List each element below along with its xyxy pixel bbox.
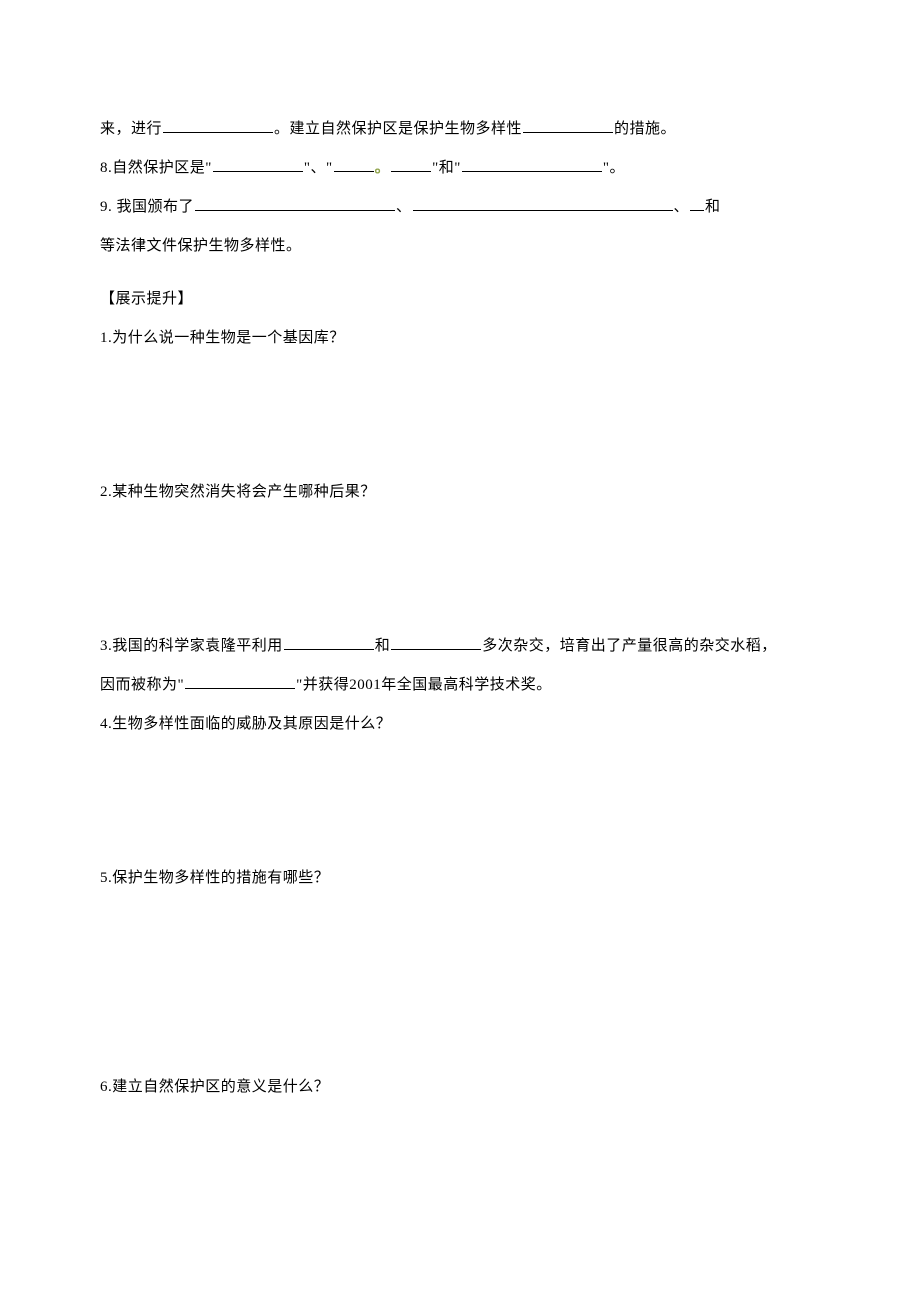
fill-blank[interactable]: [185, 674, 295, 689]
fill-blank[interactable]: [523, 118, 613, 133]
text: 1.为什么说一种生物是一个基因库？: [100, 330, 345, 346]
line-9: 9. 我国颁布了、、和: [100, 188, 820, 227]
text: 等法律文件保护生物多样性。: [100, 238, 302, 254]
question-1: 1.为什么说一种生物是一个基因库？: [100, 319, 820, 358]
fill-blank[interactable]: [195, 196, 395, 211]
answer-space: [100, 358, 820, 473]
text: 6.建立自然保护区的意义是什么？: [100, 1079, 329, 1095]
question-3a: 3.我国的科学家袁隆平利用 和 多次杂交，培育出了产量很高的杂交水稻，: [100, 627, 820, 666]
text: "。: [603, 160, 625, 176]
text: 【展示提升】: [100, 291, 193, 307]
question-5: 5.保护生物多样性的措施有哪些？: [100, 859, 820, 898]
line-7-continuation: 来，进行 。建立自然保护区是保护生物多样性 的措施。: [100, 110, 820, 149]
text: 和: [375, 638, 391, 654]
text: 多次杂交，培育出了产量很高的杂交水稻，: [482, 638, 777, 654]
text: 。建立自然保护区是保护生物多样性: [274, 121, 522, 137]
line-9b: 等法律文件保护生物多样性。: [100, 227, 820, 266]
text: 的措施。: [614, 121, 676, 137]
text: 3.我国的科学家袁隆平利用: [100, 638, 283, 654]
text: 8.自然保护区是": [100, 160, 212, 176]
answer-space: [100, 744, 820, 859]
fill-blank[interactable]: [413, 196, 673, 211]
text: "和": [432, 160, 461, 176]
question-6: 6.建立自然保护区的意义是什么？: [100, 1068, 820, 1107]
green-dot-icon: 。: [375, 160, 391, 176]
text: 、: [396, 199, 412, 215]
fill-blank[interactable]: [284, 635, 374, 650]
fill-blank[interactable]: [391, 157, 431, 172]
fill-blank[interactable]: [391, 635, 481, 650]
text: 5.保护生物多样性的措施有哪些？: [100, 870, 329, 886]
text: 来，进行: [100, 121, 162, 137]
answer-space: [100, 512, 820, 627]
text: 和: [705, 199, 721, 215]
spacer: [100, 266, 820, 280]
document-page: 来，进行 。建立自然保护区是保护生物多样性 的措施。 8.自然保护区是" "、" 。 "和…: [0, 0, 920, 1167]
fill-blank[interactable]: [213, 157, 303, 172]
text: 因而被称为": [100, 677, 184, 693]
text: 、: [674, 199, 690, 215]
text: "并获得2001年全国最高科学技术奖。: [296, 677, 552, 693]
fill-blank[interactable]: [163, 118, 273, 133]
text: 2.某种生物突然消失将会产生哪种后果？: [100, 484, 376, 500]
text: 9. 我国颁布了: [100, 199, 194, 215]
line-8: 8.自然保护区是" "、" 。 "和" "。: [100, 149, 820, 188]
text: 4.生物多样性面临的威胁及其原因是什么？: [100, 716, 391, 732]
fill-blank[interactable]: [334, 157, 374, 172]
question-4: 4.生物多样性面临的威胁及其原因是什么？: [100, 705, 820, 744]
section-header: 【展示提升】: [100, 280, 820, 319]
text: "、": [304, 160, 333, 176]
fill-blank[interactable]: [690, 196, 704, 211]
answer-space: [100, 898, 820, 1068]
question-2: 2.某种生物突然消失将会产生哪种后果？: [100, 473, 820, 512]
fill-blank[interactable]: [462, 157, 602, 172]
question-3b: 因而被称为" "并获得2001年全国最高科学技术奖。: [100, 666, 820, 705]
